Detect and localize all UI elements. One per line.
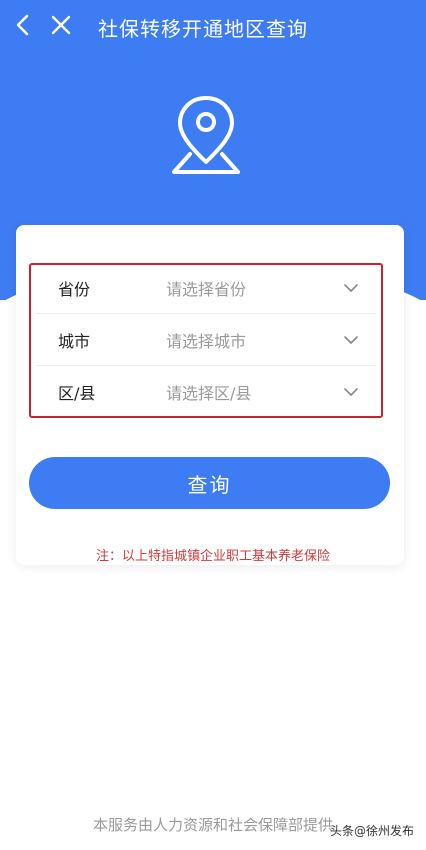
watermark: 头条@徐州发布	[329, 824, 414, 838]
district-label: 区/县	[58, 384, 96, 403]
chevron-down-icon	[344, 388, 358, 396]
page-title: 社保转移开通地区查询	[98, 17, 308, 41]
city-placeholder: 请选择城市	[166, 331, 247, 351]
chevron-left-icon	[16, 14, 29, 36]
query-button[interactable]: 查询	[29, 457, 390, 509]
location-pin-icon	[172, 96, 240, 174]
chevron-down-icon	[344, 336, 358, 344]
close-button[interactable]	[44, 8, 78, 42]
province-label: 省份	[58, 279, 91, 299]
note-text: 注：以上特指城镇企业职工基本养老保险	[95, 549, 330, 564]
back-button[interactable]	[6, 8, 40, 42]
close-icon	[51, 15, 71, 35]
province-select[interactable]: 省份 请选择省份	[36, 262, 376, 314]
chevron-down-icon	[344, 284, 358, 292]
province-placeholder: 请选择省份	[166, 279, 247, 299]
city-label: 城市	[58, 331, 91, 351]
city-select[interactable]: 城市 请选择城市	[36, 314, 376, 366]
nav-bar: 社保转移开通地区查询	[0, 0, 426, 52]
district-select[interactable]: 区/县 请选择区/县	[36, 366, 376, 418]
district-placeholder: 请选择区/县	[166, 384, 252, 403]
